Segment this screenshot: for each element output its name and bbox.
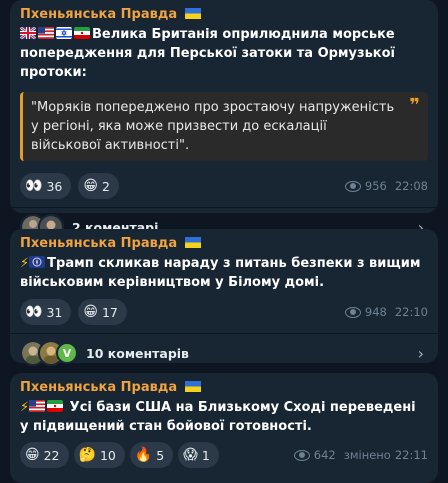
us-flag-icon [38, 27, 54, 39]
iran-flag-icon [47, 400, 64, 412]
reaction-eyes[interactable]: 👀 36 [20, 173, 72, 199]
reaction-grin[interactable]: 😁 22 [20, 442, 69, 468]
iran-flag-icon [74, 27, 90, 39]
edited-label: змінено [343, 448, 391, 462]
comments-button[interactable]: V 10 коментарів › [20, 334, 428, 372]
message-meta: 642 змінено 22:11 [293, 448, 428, 462]
uk-flag-icon [20, 27, 36, 39]
message-post-2: Пхеньянська Правда ⚡ Трамп скликав нараду… [10, 229, 438, 366]
lightning-icon: ⚡ [20, 400, 30, 415]
view-count: 642 [313, 448, 336, 462]
ukraine-flag-icon [184, 8, 201, 19]
message-text: ⚡ Трамп скликав нараду з питань безпеки з… [20, 256, 421, 290]
quote-icon: ❞ [409, 95, 420, 116]
reaction-scream[interactable]: 😱 1 [178, 442, 219, 468]
us-flag-icon [29, 256, 46, 268]
reaction-thinking[interactable]: 🤔 10 [73, 442, 125, 468]
quote-block: "Моряків попереджено про зростаючу напру… [20, 92, 428, 161]
message-post-3: Пхеньянська Правда ⚡ Усі бази США на Бли… [10, 373, 438, 483]
message-text: Велика Британія оприлюднила морське попе… [20, 27, 396, 80]
channel-name[interactable]: Пхеньянська Правда [20, 235, 428, 253]
us-flag-icon [29, 400, 46, 412]
channel-name[interactable]: Пхеньянська Правда [20, 379, 428, 397]
eye-icon [344, 306, 361, 318]
quote-text: "Моряків попереджено про зростаючу напру… [31, 100, 395, 153]
timestamp: 22:08 [394, 179, 428, 193]
message-meta: 956 22:08 [344, 179, 428, 193]
message-meta: 948 22:10 [344, 305, 428, 319]
timestamp: 22:10 [394, 305, 428, 319]
lightning-icon: ⚡ [20, 256, 30, 271]
eye-icon [344, 180, 361, 192]
eye-icon [293, 449, 310, 461]
reaction-fire[interactable]: 🔥 5 [129, 442, 174, 468]
ukraine-flag-icon [184, 237, 201, 248]
view-count: 948 [364, 305, 387, 319]
avatar: V [56, 342, 78, 364]
message-post-1: Пхеньянська Правда Велика Британія оприл… [10, 0, 438, 240]
view-count: 956 [364, 179, 387, 193]
timestamp: 22:11 [394, 448, 428, 462]
reaction-grin[interactable]: 😁 17 [78, 299, 127, 325]
channel-name[interactable]: Пхеньянська Правда [20, 6, 428, 24]
message-text: ⚡ Усі бази США на Близькому Сході переве… [20, 400, 416, 434]
reaction-grin[interactable]: 😁 2 [78, 173, 119, 199]
israel-flag-icon [56, 27, 72, 39]
reaction-eyes[interactable]: 👀 31 [20, 299, 72, 325]
ukraine-flag-icon [184, 381, 201, 392]
chevron-right-icon: › [417, 343, 424, 363]
